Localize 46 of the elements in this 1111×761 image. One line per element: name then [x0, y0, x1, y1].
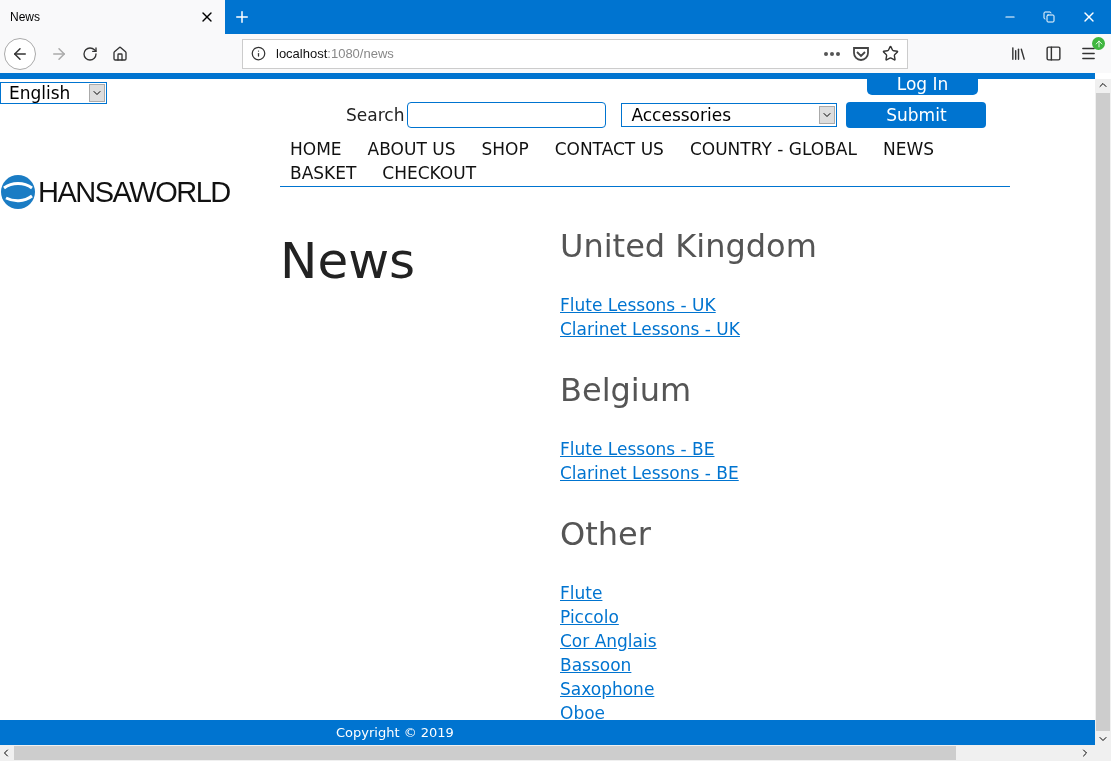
tab-title: News	[10, 10, 40, 24]
url-text: localhost:1080/news	[276, 46, 394, 61]
language-select[interactable]: English	[0, 82, 107, 104]
info-icon[interactable]	[251, 46, 266, 61]
pocket-icon[interactable]	[852, 45, 870, 62]
search-label: Search	[346, 105, 405, 125]
home-icon[interactable]	[112, 45, 128, 62]
back-button[interactable]	[4, 37, 36, 70]
section-heading: Belgium	[560, 370, 693, 410]
library-icon[interactable]	[1010, 45, 1027, 62]
article-link[interactable]: Piccolo	[560, 605, 619, 629]
nav-link[interactable]: COUNTRY - GLOBAL	[689, 137, 857, 161]
section-heading: Other	[560, 514, 652, 554]
article-link[interactable]: Oboe	[560, 701, 606, 720]
article-link[interactable]: Saxophone	[560, 677, 655, 701]
category-select[interactable]: Accessories	[621, 103, 838, 127]
nav-link[interactable]: CONTACT US	[554, 137, 664, 161]
submit-button[interactable]: Submit	[846, 102, 987, 128]
article-link[interactable]: Flute Lessons - BE	[560, 437, 715, 461]
nav-link[interactable]: BASKET	[290, 161, 357, 185]
browser-tab[interactable]: News	[0, 0, 225, 34]
restore-icon[interactable]	[1043, 11, 1055, 23]
reload-icon[interactable]	[82, 45, 98, 62]
page-title: News	[280, 231, 417, 292]
nav-link[interactable]: ABOUT US	[367, 137, 456, 161]
article-link[interactable]: Flute Lessons - UK	[560, 293, 716, 317]
nav-link[interactable]: SHOP	[481, 137, 529, 161]
nav-link[interactable]: NEWS	[882, 137, 934, 161]
article-link[interactable]: Cor Anglais	[560, 629, 657, 653]
article-link[interactable]: Bassoon	[560, 653, 632, 677]
article-link[interactable]: Clarinet Lessons - BE	[560, 461, 739, 485]
logo-text: HANSAWORLD	[38, 175, 230, 209]
nav-link[interactable]: HOME	[290, 137, 342, 161]
article-link[interactable]: Clarinet Lessons - UK	[560, 317, 740, 341]
globe-logo-icon	[0, 174, 36, 210]
star-icon[interactable]	[882, 45, 899, 62]
nav-link[interactable]: CHECKOUT	[382, 161, 477, 185]
copyright-text: Copyright © 2019	[336, 725, 454, 740]
section-heading: United Kingdom	[560, 226, 818, 266]
menu-icon[interactable]	[1080, 45, 1097, 62]
search-field[interactable]	[407, 102, 607, 128]
article-link[interactable]: Flute	[560, 581, 603, 605]
more-icon[interactable]	[824, 51, 840, 56]
sidebar-icon[interactable]	[1045, 45, 1062, 62]
address-bar[interactable]: localhost:1080/news	[242, 38, 908, 69]
update-icon	[1092, 37, 1105, 50]
